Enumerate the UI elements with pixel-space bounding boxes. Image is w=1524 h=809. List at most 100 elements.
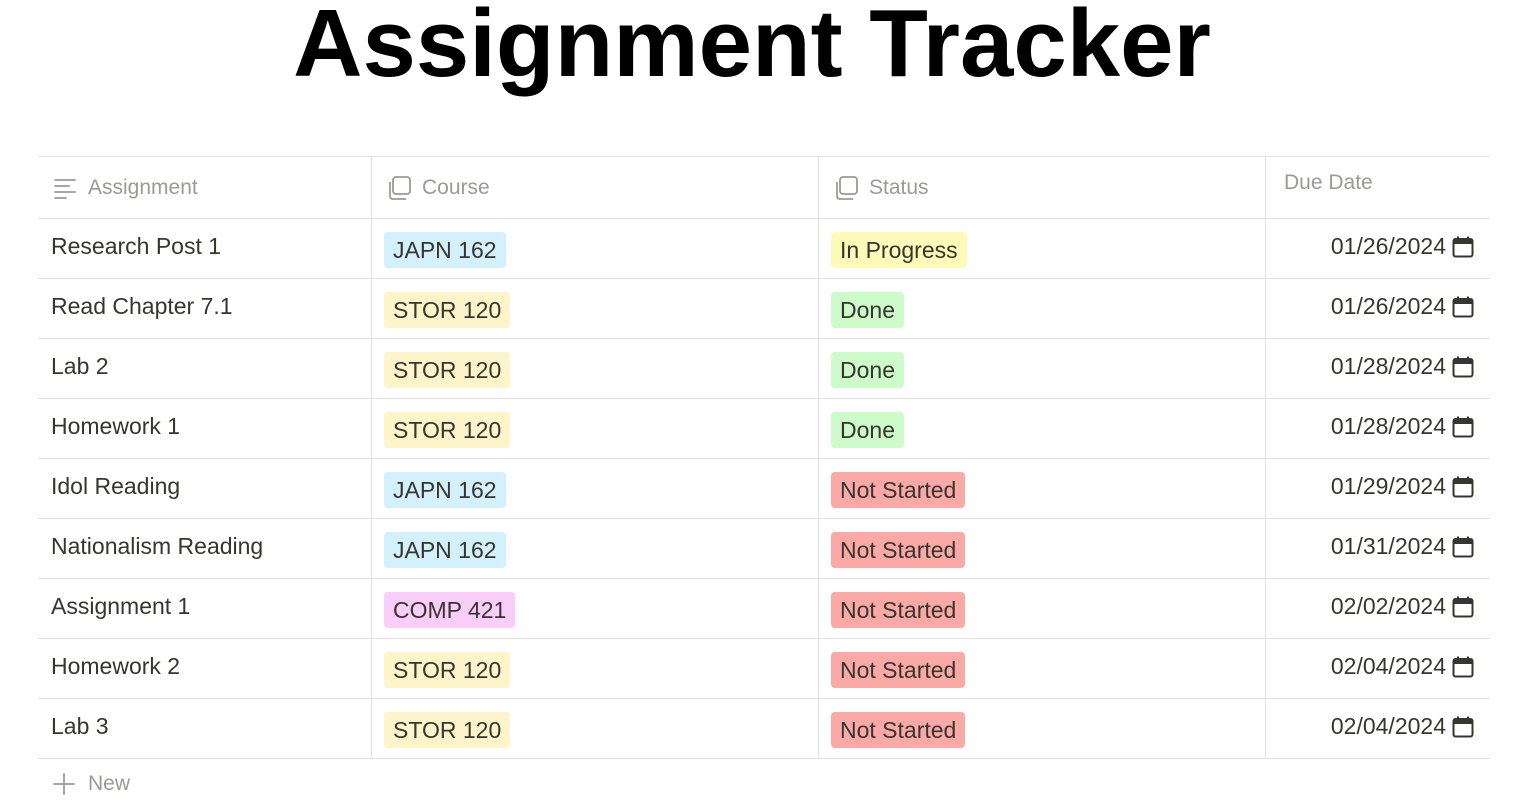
new-row-button[interactable]: New — [52, 772, 130, 796]
due-date-value: 02/04/2024 — [1330, 653, 1446, 679]
due-date-value: 01/31/2024 — [1330, 533, 1446, 559]
status-tag: Not Started — [831, 472, 966, 508]
column-header-label: Course — [422, 175, 490, 199]
assignment-name: Homework 1 — [51, 413, 181, 439]
assignment-name: Lab 3 — [51, 713, 109, 739]
course-cell[interactable]: STOR 120 — [372, 639, 819, 698]
due-date-cell[interactable]: 01/31/2024 — [1266, 519, 1490, 578]
course-tag: STOR 120 — [384, 412, 511, 448]
course-cell[interactable]: JAPN 162 — [372, 519, 819, 578]
status-tag: Done — [831, 352, 904, 388]
status-tag: Not Started — [831, 652, 966, 688]
column-header-due-date[interactable]: Due Date — [1266, 157, 1490, 218]
table-row[interactable]: Research Post 1 JAPN 162 In Progress 01/26/… — [38, 219, 1490, 279]
calendar-icon[interactable] — [1452, 296, 1474, 318]
course-tag: STOR 120 — [384, 352, 511, 388]
due-date-cell[interactable]: 01/26/2024 — [1266, 219, 1490, 278]
due-date-cell[interactable]: 01/26/2024 — [1266, 279, 1490, 338]
assignment-cell[interactable]: Lab 2 — [38, 339, 372, 398]
course-tag: JAPN 162 — [384, 472, 506, 508]
assignment-cell[interactable]: Nationalism Reading — [38, 519, 372, 578]
table-row[interactable]: Assignment 1 COMP 421 Not Started 02/02/202… — [38, 579, 1490, 639]
course-tag: STOR 120 — [384, 292, 511, 328]
assignment-cell[interactable]: Homework 1 — [38, 399, 372, 458]
assignment-name: Idol Reading — [51, 473, 181, 499]
status-cell[interactable]: Not Started — [819, 579, 1266, 638]
due-date-value: 01/28/2024 — [1330, 413, 1446, 439]
column-header-status[interactable]: Status — [819, 157, 1266, 218]
column-header-label: Status — [869, 175, 929, 199]
status-cell[interactable]: In Progress — [819, 219, 1266, 278]
calendar-icon[interactable] — [1452, 356, 1474, 378]
assignment-cell[interactable]: Homework 2 — [38, 639, 372, 698]
status-tag: Not Started — [831, 592, 966, 628]
due-date-value: 01/26/2024 — [1330, 293, 1446, 319]
assignment-name: Lab 2 — [51, 353, 109, 379]
status-tag: Done — [831, 292, 904, 328]
assignment-cell[interactable]: Read Chapter 7.1 — [38, 279, 372, 338]
due-date-value: 01/26/2024 — [1330, 233, 1446, 259]
column-header-course[interactable]: Course — [372, 157, 819, 218]
due-date-value: 02/04/2024 — [1330, 713, 1446, 739]
course-cell[interactable]: STOR 120 — [372, 399, 819, 458]
due-date-cell[interactable]: 02/04/2024 — [1266, 639, 1490, 698]
calendar-icon[interactable] — [1452, 416, 1474, 438]
course-tag: JAPN 162 — [384, 532, 506, 568]
assignment-name: Homework 2 — [51, 653, 181, 679]
assignment-name: Read Chapter 7.1 — [51, 293, 233, 319]
column-header-assignment[interactable]: Assignment — [38, 157, 372, 218]
course-tag: COMP 421 — [384, 592, 516, 628]
status-cell[interactable]: Not Started — [819, 459, 1266, 518]
course-cell[interactable]: COMP 421 — [372, 579, 819, 638]
assignment-table: Assignment Course Status Due Date Resear… — [38, 156, 1490, 759]
table-row[interactable]: Homework 1 STOR 120 Done 01/28/2024 — [38, 399, 1490, 459]
table-body: Research Post 1 JAPN 162 In Progress 01/26/… — [38, 219, 1490, 759]
course-cell[interactable]: JAPN 162 — [372, 219, 819, 278]
calendar-icon[interactable] — [1452, 716, 1474, 738]
due-date-cell[interactable]: 02/02/2024 — [1266, 579, 1490, 638]
course-cell[interactable]: JAPN 162 — [372, 459, 819, 518]
status-tag: Not Started — [831, 712, 966, 748]
status-cell[interactable]: Done — [819, 399, 1266, 458]
table-row[interactable]: Nationalism Reading JAPN 162 Not Started 01… — [38, 519, 1490, 579]
due-date-value: 02/02/2024 — [1330, 593, 1446, 619]
due-date-value: 01/29/2024 — [1330, 473, 1446, 499]
table-row[interactable]: Lab 3 STOR 120 Not Started 02/04/2024 — [38, 699, 1490, 759]
calendar-icon[interactable] — [1452, 476, 1474, 498]
table-row[interactable]: Homework 2 STOR 120 Not Started 02/04/2024 — [38, 639, 1490, 699]
course-cell[interactable]: STOR 120 — [372, 699, 819, 758]
assignment-cell[interactable]: Idol Reading — [38, 459, 372, 518]
calendar-icon[interactable] — [1452, 236, 1474, 258]
column-header-label: Assignment — [88, 175, 198, 199]
status-tag: Not Started — [831, 532, 966, 568]
course-cell[interactable]: STOR 120 — [372, 279, 819, 338]
due-date-cell[interactable]: 01/28/2024 — [1266, 399, 1490, 458]
calendar-icon[interactable] — [1452, 656, 1474, 678]
text-lines-icon — [52, 175, 78, 201]
table-row[interactable]: Read Chapter 7.1 STOR 120 Done 01/26/2024 — [38, 279, 1490, 339]
status-cell[interactable]: Done — [819, 279, 1266, 338]
due-date-cell[interactable]: 02/04/2024 — [1266, 699, 1490, 758]
due-date-cell[interactable]: 01/29/2024 — [1266, 459, 1490, 518]
status-cell[interactable]: Not Started — [819, 639, 1266, 698]
calendar-icon[interactable] — [1452, 596, 1474, 618]
multi-select-icon — [386, 175, 412, 201]
assignment-cell[interactable]: Lab 3 — [38, 699, 372, 758]
course-tag: JAPN 162 — [384, 232, 506, 268]
status-cell[interactable]: Not Started — [819, 519, 1266, 578]
status-tag: In Progress — [831, 232, 967, 268]
assignment-cell[interactable]: Research Post 1 — [38, 219, 372, 278]
column-header-label: Due Date — [1284, 171, 1373, 194]
assignment-name: Research Post 1 — [51, 233, 222, 259]
course-tag: STOR 120 — [384, 652, 511, 688]
assignment-name: Nationalism Reading — [51, 533, 264, 559]
calendar-icon[interactable] — [1452, 536, 1474, 558]
due-date-cell[interactable]: 01/28/2024 — [1266, 339, 1490, 398]
course-cell[interactable]: STOR 120 — [372, 339, 819, 398]
status-cell[interactable]: Done — [819, 339, 1266, 398]
status-cell[interactable]: Not Started — [819, 699, 1266, 758]
table-row[interactable]: Idol Reading JAPN 162 Not Started 01/29/202… — [38, 459, 1490, 519]
table-row[interactable]: Lab 2 STOR 120 Done 01/28/2024 — [38, 339, 1490, 399]
page-title: Assignment Tracker — [293, 0, 1211, 97]
assignment-cell[interactable]: Assignment 1 — [38, 579, 372, 638]
